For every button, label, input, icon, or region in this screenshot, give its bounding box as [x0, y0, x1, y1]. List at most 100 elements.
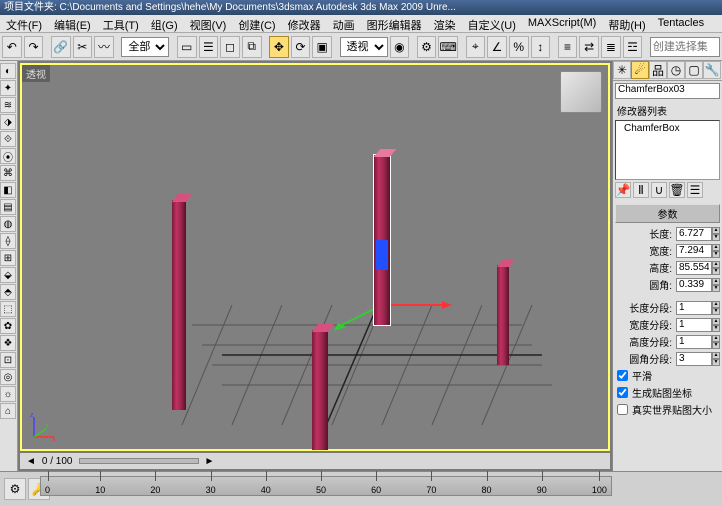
spinner-down-icon[interactable]: ▼ [712, 234, 720, 241]
menu-help[interactable]: 帮助(H) [602, 15, 651, 32]
modifier-stack[interactable]: ChamferBox [615, 120, 720, 180]
manipulate-button[interactable]: ⚙ [417, 36, 437, 58]
left-tool-3[interactable]: ≋ [0, 97, 16, 113]
width-input[interactable] [676, 244, 712, 258]
pin-stack-button[interactable]: 📌 [615, 182, 631, 198]
left-tool-7[interactable]: ⌘ [0, 165, 16, 181]
move-button[interactable]: ✥ [269, 36, 289, 58]
scale-button[interactable]: ▣ [312, 36, 332, 58]
spinner-snap-button[interactable]: ↕ [531, 36, 551, 58]
window-crossing-button[interactable]: ⧉ [242, 36, 262, 58]
angle-snap-button[interactable]: ∠ [487, 36, 507, 58]
menu-edit[interactable]: 编辑(E) [48, 15, 97, 32]
menu-maxscript[interactable]: MAXScript(M) [522, 15, 602, 32]
undo-button[interactable]: ↶ [2, 36, 22, 58]
left-tool-2[interactable]: ✦ [0, 80, 16, 96]
remove-modifier-button[interactable]: 🗑 [669, 182, 685, 198]
menu-render[interactable]: 渲染 [428, 15, 462, 32]
align-button[interactable]: ≣ [601, 36, 621, 58]
select-button[interactable]: ▭ [177, 36, 197, 58]
menu-modifiers[interactable]: 修改器 [282, 15, 327, 32]
tab-modify-icon[interactable]: ☄ [631, 61, 649, 79]
time-ruler[interactable]: 0 10 20 30 40 50 60 70 80 90 100 [40, 476, 612, 496]
hsegs-input[interactable] [676, 335, 712, 349]
time-slider[interactable] [79, 458, 199, 464]
scene-pillar [497, 265, 509, 365]
menu-animation[interactable]: 动画 [327, 15, 361, 32]
scroll-left-icon[interactable]: ◄ [26, 456, 36, 467]
left-tool-8[interactable]: ◧ [0, 182, 16, 198]
ref-coord-dropdown[interactable]: 透视 [340, 37, 388, 57]
unlink-button[interactable]: ✂ [73, 36, 93, 58]
left-tool-4[interactable]: ⬗ [0, 114, 16, 130]
menu-tentacles[interactable]: Tentacles [652, 15, 710, 32]
left-tool-15[interactable]: ⬚ [0, 301, 16, 317]
menu-tools[interactable]: 工具(T) [97, 15, 145, 32]
fillet-input[interactable] [676, 278, 712, 292]
workarea: 透视 [18, 61, 612, 471]
menu-views[interactable]: 视图(V) [184, 15, 233, 32]
left-tool-14[interactable]: ⬘ [0, 284, 16, 300]
object-name-field[interactable]: ChamferBox03 [615, 83, 720, 99]
scene-pillar-selected[interactable] [374, 155, 390, 325]
left-tool-1[interactable]: ◐ [0, 63, 16, 79]
wsegs-input[interactable] [676, 318, 712, 332]
left-tool-13[interactable]: ⬙ [0, 267, 16, 283]
menu-file[interactable]: 文件(F) [0, 15, 48, 32]
keymode-button[interactable]: ⌨ [438, 36, 458, 58]
menu-grapheditors[interactable]: 图形编辑器 [361, 15, 428, 32]
make-unique-button[interactable]: ∪ [651, 182, 667, 198]
left-tool-5[interactable]: ⟐ [0, 131, 16, 147]
select-rect-button[interactable]: ◻ [220, 36, 240, 58]
height-input[interactable] [676, 261, 712, 275]
redo-button[interactable]: ↷ [24, 36, 44, 58]
realworld-label: 真实世界贴图大小 [632, 402, 712, 417]
layers-button[interactable]: ☲ [623, 36, 643, 58]
tab-utilities-icon[interactable]: 🔧 [703, 61, 721, 79]
timeline-config-button[interactable]: ⚙ [4, 478, 26, 500]
left-tool-17[interactable]: ❖ [0, 335, 16, 351]
realworld-checkbox[interactable] [617, 404, 628, 415]
selection-filter-dropdown[interactable]: 全部 [121, 37, 169, 57]
rollout-parameters[interactable]: 参数 [615, 204, 720, 223]
tab-create-icon[interactable]: ✳ [613, 61, 631, 79]
pivot-button[interactable]: ◉ [390, 36, 410, 58]
named-set-button[interactable]: ≡ [558, 36, 578, 58]
lsegs-input[interactable] [676, 301, 712, 315]
show-end-result-button[interactable]: Ⅱ [633, 182, 649, 198]
smooth-checkbox[interactable] [617, 370, 628, 381]
left-tool-11[interactable]: ⟠ [0, 233, 16, 249]
percent-snap-button[interactable]: % [509, 36, 529, 58]
left-tool-6[interactable]: ⦿ [0, 148, 16, 164]
bind-spacewarp-button[interactable]: 〰 [94, 36, 114, 58]
modifier-stack-item[interactable]: ChamferBox [624, 123, 711, 134]
named-selection-set-input[interactable] [650, 37, 720, 57]
menu-create[interactable]: 创建(C) [232, 15, 281, 32]
left-tool-12[interactable]: ⊞ [0, 250, 16, 266]
menu-group[interactable]: 组(G) [145, 15, 184, 32]
snap-button[interactable]: ⌖ [466, 36, 486, 58]
menu-customize[interactable]: 自定义(U) [462, 15, 522, 32]
link-button[interactable]: 🔗 [51, 36, 71, 58]
fsegs-input[interactable] [676, 352, 712, 366]
spinner-up-icon[interactable]: ▲ [712, 227, 720, 234]
left-tool-19[interactable]: ◎ [0, 369, 16, 385]
length-input[interactable] [676, 227, 712, 241]
mirror-button[interactable]: ⇄ [579, 36, 599, 58]
left-tool-10[interactable]: ◍ [0, 216, 16, 232]
tab-display-icon[interactable]: ▢ [685, 61, 703, 79]
rotate-button[interactable]: ⟳ [291, 36, 311, 58]
genmap-checkbox[interactable] [617, 387, 628, 398]
svg-text:x: x [52, 436, 56, 441]
scroll-right-icon[interactable]: ► [205, 456, 215, 467]
left-tool-16[interactable]: ✿ [0, 318, 16, 334]
perspective-viewport[interactable]: 透视 [20, 63, 610, 451]
tab-motion-icon[interactable]: ◷ [667, 61, 685, 79]
left-tool-9[interactable]: ▤ [0, 199, 16, 215]
configure-sets-button[interactable]: ☰ [687, 182, 703, 198]
tab-hierarchy-icon[interactable]: 品 [649, 61, 667, 79]
select-by-name-button[interactable]: ☰ [199, 36, 219, 58]
left-tool-21[interactable]: ⌂ [0, 403, 16, 419]
left-tool-20[interactable]: ☼ [0, 386, 16, 402]
left-tool-18[interactable]: ⊡ [0, 352, 16, 368]
